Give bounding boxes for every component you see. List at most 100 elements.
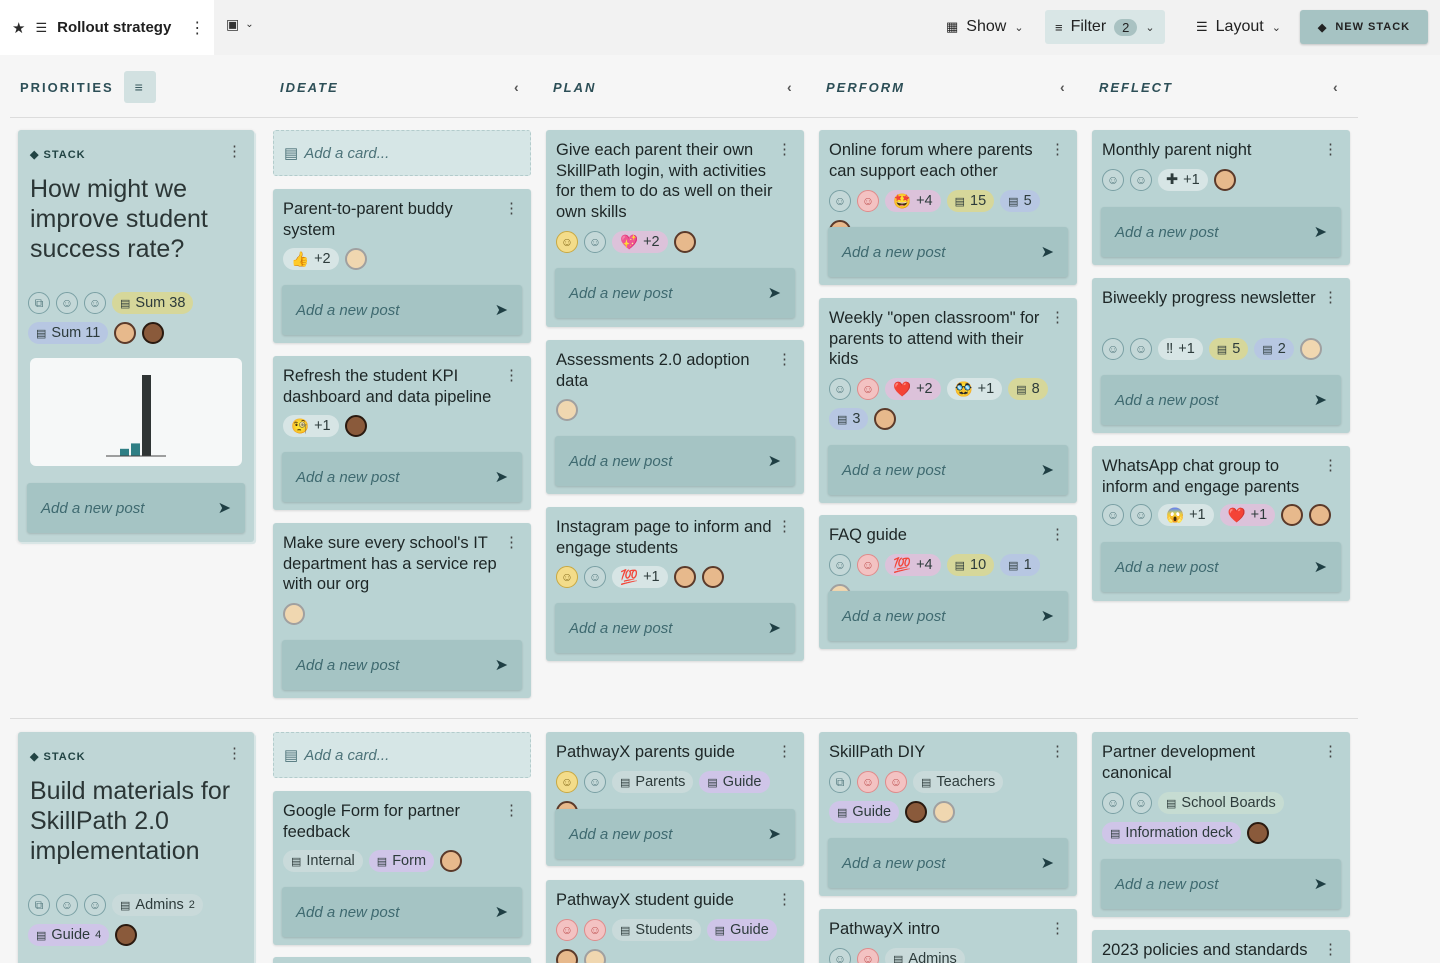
avatar[interactable]	[1213, 169, 1236, 191]
tag-pill[interactable]: ▤ Students	[612, 919, 701, 941]
collapse-icon[interactable]: ‹	[1060, 79, 1067, 95]
add-post-button[interactable]: Add a new post ➤	[555, 809, 795, 859]
card[interactable]: Refresh the student KPI dashboard and da…	[273, 356, 531, 510]
show-button[interactable]: ▦ Show ⌄	[936, 10, 1034, 44]
user-icon[interactable]: ☺	[1130, 338, 1152, 360]
avatar[interactable]	[1309, 504, 1332, 526]
card[interactable]: Biweekly progress newsletter ⋮ ☺ ☺ ‼ +1 …	[1092, 278, 1350, 433]
reaction-pill[interactable]: 🤩 +4	[885, 190, 941, 212]
card[interactable]: PathwayX parents guide ⋮ ☺ ☺ ▤ Parents ▤ G…	[546, 732, 804, 866]
card-menu-icon[interactable]: ⋮	[777, 742, 792, 760]
add-post-button[interactable]: Add a new post ➤	[828, 838, 1068, 888]
tag-pill[interactable]: ▤ School Boards	[1158, 792, 1284, 814]
card-menu-icon[interactable]: ⋮	[504, 199, 519, 217]
add-post-button[interactable]: Add a new post ➤	[828, 445, 1068, 495]
number-pill[interactable]: ▤ 1	[1000, 554, 1040, 576]
avatar[interactable]	[344, 415, 367, 437]
user-icon[interactable]: ☺	[584, 566, 606, 588]
card[interactable]: Partner development canonical ⋮ ☺ ☺ ▤ Sch…	[1092, 732, 1350, 917]
reaction-pill[interactable]: 💯 +4	[885, 554, 941, 576]
reaction-pill[interactable]: 💯 +1	[612, 566, 668, 588]
tag-pill[interactable]: ▤ Guide	[699, 771, 770, 793]
avatar[interactable]	[1246, 822, 1269, 844]
card[interactable]: SkillPath DIY ⋮ ⧉ ☺ ☺ ▤ Teachers ▤ Guide A…	[819, 732, 1077, 896]
user-icon[interactable]: ☺	[857, 771, 879, 793]
user-icon[interactable]: ☺	[84, 894, 106, 916]
avatar[interactable]	[556, 399, 578, 421]
tag-pill[interactable]: ▤ Guide	[706, 919, 777, 941]
collapse-icon[interactable]: ‹	[514, 79, 521, 95]
add-post-button[interactable]: Add a new post ➤	[1101, 375, 1341, 425]
tag-pill[interactable]: ▤ Admins	[885, 948, 965, 963]
card-menu-icon[interactable]: ⋮	[1323, 940, 1338, 958]
stack-card[interactable]: ◆ STACK ⋮ Build materials for SkillPath …	[18, 732, 254, 963]
tag-pill[interactable]: ▤ Admins 2	[112, 894, 203, 916]
card-menu-icon[interactable]: ⋮	[1050, 742, 1065, 760]
reaction-pill[interactable]: 😱 +1	[1158, 504, 1214, 526]
avatar[interactable]	[673, 231, 696, 253]
reaction-pill[interactable]: ❤️ +1	[1219, 504, 1276, 526]
collapse-icon[interactable]: ‹	[1333, 79, 1340, 95]
avatar[interactable]	[874, 408, 897, 430]
user-icon[interactable]: ☺	[857, 948, 879, 963]
priorities-filter-button[interactable]: ≡	[123, 71, 156, 103]
card[interactable]: Online forum where parents can support e…	[819, 130, 1077, 285]
add-post-button[interactable]: Add a new post ➤	[282, 452, 522, 502]
board-tab[interactable]: ★ ☰ Rollout strategy ⋮	[0, 0, 214, 55]
number-pill[interactable]: ▤ 5	[1208, 338, 1249, 360]
add-post-button[interactable]: Add a new post ➤	[555, 436, 795, 486]
filter-button[interactable]: ≡ Filter 2 ⌄	[1045, 10, 1165, 44]
tag-pill[interactable]: ▤ Guide 4	[28, 924, 110, 946]
layout-button[interactable]: ☰ Layout ⌄	[1186, 10, 1291, 44]
user-icon[interactable]: ☺	[584, 231, 606, 253]
number-pill[interactable]: ▤ 10	[946, 554, 995, 576]
user-icon[interactable]: ☺	[1130, 169, 1152, 191]
avatar[interactable]	[440, 850, 463, 872]
user-icon[interactable]: ☺	[829, 948, 851, 963]
avatar[interactable]	[114, 322, 137, 344]
user-icon[interactable]: ☺	[1102, 169, 1124, 191]
card[interactable]: Assessments 2.0 adoption data ⋮ Add a ne…	[546, 340, 804, 494]
card-menu-icon[interactable]: ⋮	[777, 890, 792, 908]
card-menu-icon[interactable]: ⋮	[1050, 140, 1065, 158]
card-menu-icon[interactable]: ⋮	[504, 533, 519, 551]
avatar[interactable]	[142, 322, 165, 344]
user-icon[interactable]: ☺	[1102, 504, 1124, 526]
card[interactable]: Instagram page to inform and engage stud…	[546, 507, 804, 661]
user-icon[interactable]: ☺	[56, 894, 78, 916]
add-post-button[interactable]: Add a new post ➤	[282, 285, 522, 335]
tag-pill[interactable]: ▤ Teachers	[913, 771, 1004, 793]
user-icon[interactable]: ☺	[1102, 338, 1124, 360]
tag-pill[interactable]: ▤ Parents	[612, 771, 694, 793]
card-menu-icon[interactable]: ⋮	[1323, 140, 1338, 158]
user-icon[interactable]: ☺	[1102, 792, 1124, 814]
reaction-pill[interactable]: ‼ +1	[1158, 338, 1203, 360]
card-menu-icon[interactable]: ⋮	[504, 801, 519, 819]
card[interactable]: Make sure every school's IT department h…	[273, 523, 531, 698]
avatar[interactable]	[673, 566, 696, 588]
card[interactable]: PathwayX student guide ⋮ ☺ ☺ ▤ Students ▤…	[546, 880, 804, 963]
add-post-button[interactable]: Add a new post ➤	[282, 887, 522, 937]
avatar[interactable]	[115, 924, 138, 946]
stack-card[interactable]: ◆ STACK ⋮ How might we improve student s…	[18, 130, 254, 542]
add-post-button[interactable]: Add a new post ➤	[828, 591, 1068, 641]
card-menu-icon[interactable]: ⋮	[777, 140, 792, 158]
user-icon[interactable]: ☺	[584, 771, 606, 793]
avatar[interactable]	[905, 801, 928, 823]
star-icon[interactable]: ★	[12, 19, 25, 37]
sum-pill[interactable]: ▤ Sum 11	[28, 322, 109, 344]
add-post-button[interactable]: Add a new post ➤	[1101, 542, 1341, 592]
new-stack-button[interactable]: ◆ NEW STACK	[1300, 10, 1428, 44]
view-picker[interactable]: ▣ ⌄	[226, 16, 254, 33]
card-menu-icon[interactable]: ⋮	[777, 350, 792, 368]
card[interactable]: Google Form for partner feedback ⋮ ▤ Inte…	[273, 791, 531, 945]
card-menu-icon[interactable]: ⋮	[1323, 288, 1338, 306]
reaction-pill[interactable]: 🧐 +1	[283, 415, 339, 437]
card-menu-icon[interactable]: ⋮	[1050, 919, 1065, 937]
user-icon[interactable]: ☺	[556, 566, 578, 588]
tag-pill[interactable]: ▤ Form	[368, 850, 435, 872]
card[interactable]: 2023 policies and standards ⋮	[1092, 930, 1350, 963]
user-icon[interactable]: ☺	[56, 292, 78, 314]
avatar[interactable]	[1299, 338, 1322, 360]
number-pill[interactable]: ▤ 3	[829, 408, 869, 430]
